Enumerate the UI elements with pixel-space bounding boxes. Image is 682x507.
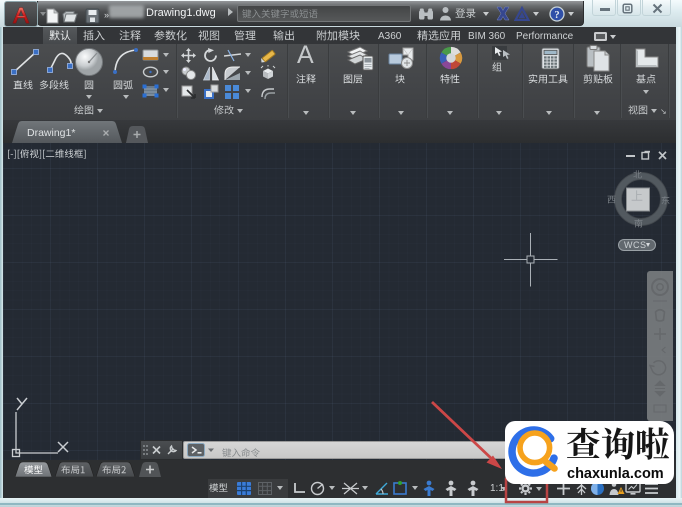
svg-text:?: ?: [554, 10, 559, 21]
